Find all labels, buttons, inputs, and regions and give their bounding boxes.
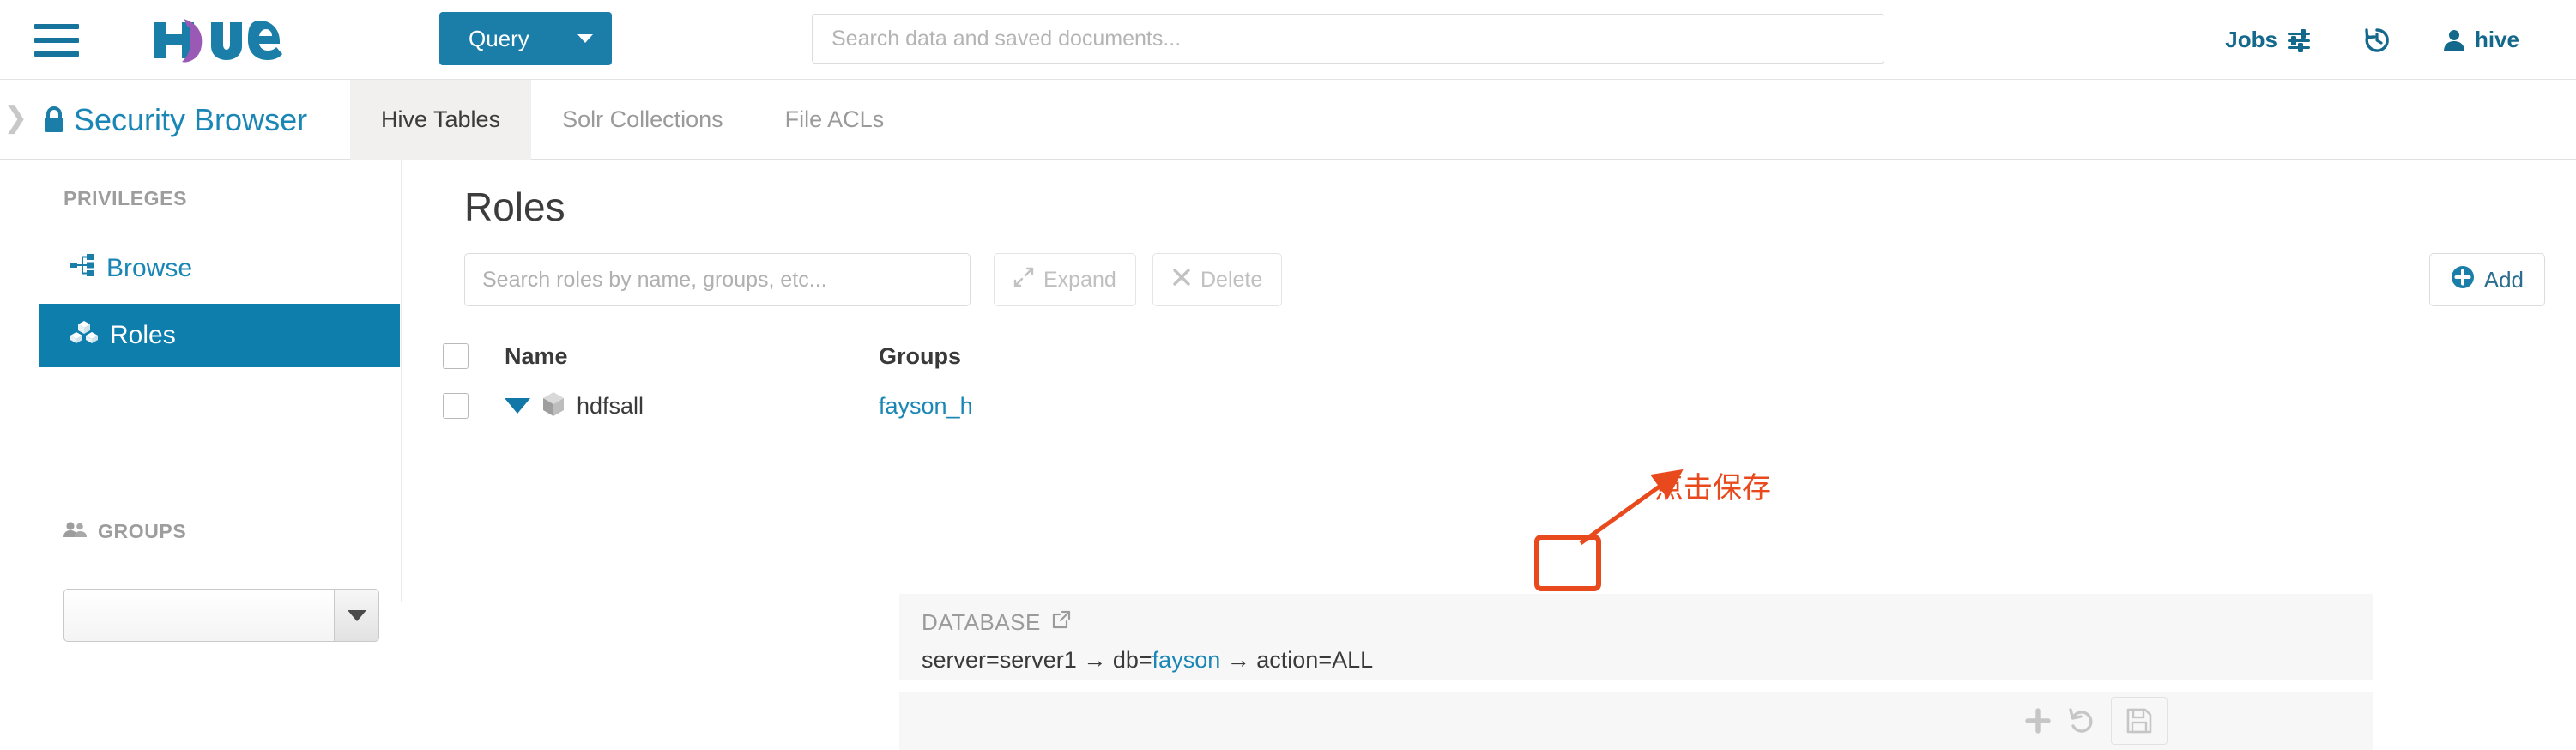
plus-icon[interactable] bbox=[2023, 706, 2053, 735]
expand-button[interactable]: Expand bbox=[994, 253, 1136, 306]
page-title: Roles bbox=[464, 184, 565, 229]
role-name-cell: hdfsall bbox=[443, 390, 879, 422]
column-label-groups: Groups bbox=[879, 342, 962, 369]
groups-label: GROUPS bbox=[98, 520, 187, 542]
table-header-row: Name Groups bbox=[443, 331, 2017, 381]
privilege-action: action=ALL bbox=[1256, 647, 1374, 673]
groups-section-label: GROUPS bbox=[63, 520, 186, 543]
undo-icon[interactable] bbox=[2068, 707, 2095, 735]
users-icon bbox=[63, 520, 88, 543]
group-link[interactable]: fayson_h bbox=[879, 393, 973, 419]
delete-button[interactable]: Delete bbox=[1152, 253, 1283, 306]
times-icon bbox=[1172, 268, 1191, 293]
hamburger-bar bbox=[34, 51, 79, 57]
privilege-path: server=server1 → db=fayson → action=ALL bbox=[922, 647, 1373, 674]
chevron-right-icon[interactable]: ❯ bbox=[3, 100, 33, 135]
roles-table: Name Groups hdfsall fayson_h bbox=[443, 331, 2017, 431]
chevron-down-icon bbox=[577, 34, 594, 43]
page-app-title: Security Browser bbox=[41, 80, 307, 160]
tab-file-acls[interactable]: File ACLs bbox=[754, 80, 916, 160]
privileges-sidebar: PRIVILEGES Browse Roles GROUPS bbox=[0, 160, 402, 642]
user-label: hive bbox=[2474, 27, 2519, 52]
tab-hive-tables[interactable]: Hive Tables bbox=[350, 80, 532, 160]
annotation-text: 点击保存 bbox=[1654, 471, 1771, 505]
privilege-arrow: → bbox=[1226, 647, 1250, 673]
caret-down-icon[interactable] bbox=[334, 590, 378, 641]
hue-logo[interactable] bbox=[148, 15, 311, 65]
groups-select[interactable] bbox=[63, 589, 379, 642]
privilege-db-value[interactable]: fayson bbox=[1152, 647, 1221, 673]
user-icon bbox=[2442, 28, 2466, 52]
sliders-icon bbox=[2286, 28, 2312, 52]
delete-label: Delete bbox=[1200, 267, 1263, 292]
table-header-groups: Groups bbox=[879, 343, 1394, 370]
tab-solr-collections[interactable]: Solr Collections bbox=[531, 80, 754, 160]
hamburger-bar bbox=[34, 24, 79, 29]
privilege-arrow: → bbox=[1083, 647, 1107, 673]
table-header-name: Name bbox=[443, 343, 879, 370]
privilege-detail-panel: DATABASE server=server1 → db=fayson → ac… bbox=[899, 594, 2373, 680]
lock-icon bbox=[41, 106, 67, 135]
navbar-right-actions: Jobs hive bbox=[2199, 0, 2545, 80]
add-role-button[interactable]: Add bbox=[2428, 253, 2545, 306]
floppy-save-icon[interactable] bbox=[2111, 697, 2168, 745]
global-search-input[interactable] bbox=[812, 14, 1884, 64]
sidebar-item-label: Roles bbox=[110, 321, 176, 349]
query-dropdown-button[interactable] bbox=[558, 12, 612, 65]
role-groups-cell: fayson_h bbox=[879, 393, 1394, 420]
sidebar-item-label: Browse bbox=[106, 254, 193, 282]
sidebar-item-roles[interactable]: Roles bbox=[39, 304, 400, 367]
app-title-text: Security Browser bbox=[74, 101, 308, 137]
roles-search-input[interactable] bbox=[464, 253, 971, 306]
add-label: Add bbox=[2483, 266, 2524, 293]
jobs-nav-item[interactable]: Jobs bbox=[2199, 0, 2337, 80]
select-all-checkbox[interactable] bbox=[443, 343, 469, 369]
security-tabs: Hive Tables Solr Collections File ACLs bbox=[350, 80, 915, 160]
roles-main-panel: Roles Expand Delete Add bbox=[402, 160, 2576, 750]
groups-select-value bbox=[64, 590, 334, 641]
privilege-db-label: db= bbox=[1112, 647, 1152, 673]
history-nav-item[interactable] bbox=[2337, 0, 2416, 80]
expand-label: Expand bbox=[1043, 267, 1116, 292]
hamburger-bar bbox=[34, 38, 79, 43]
sidebar-item-browse[interactable]: Browse bbox=[39, 237, 400, 300]
hamburger-menu-icon[interactable] bbox=[34, 24, 79, 57]
privilege-action-bar bbox=[899, 692, 2373, 750]
caret-down-icon[interactable] bbox=[505, 398, 530, 414]
user-nav-item[interactable]: hive bbox=[2416, 0, 2545, 80]
privilege-kind: DATABASE bbox=[922, 609, 1072, 636]
row-checkbox[interactable] bbox=[443, 393, 469, 419]
top-navbar: Query Jobs bbox=[0, 0, 2576, 80]
history-icon bbox=[2363, 27, 2391, 54]
privileges-section-label: PRIVILEGES bbox=[63, 187, 188, 209]
query-button-group[interactable]: Query bbox=[439, 12, 612, 65]
role-name: hdfsall bbox=[577, 392, 644, 419]
privilege-kind-label: DATABASE bbox=[922, 609, 1041, 635]
column-label-name: Name bbox=[505, 342, 568, 369]
privilege-server: server=server1 bbox=[922, 647, 1077, 673]
jobs-label: Jobs bbox=[2225, 27, 2277, 52]
table-row[interactable]: hdfsall fayson_h bbox=[443, 381, 2017, 431]
expand-arrows-icon bbox=[1013, 267, 1034, 293]
app-subheader: ❯ Security Browser Hive Tables Solr Coll… bbox=[0, 80, 2576, 160]
query-button[interactable]: Query bbox=[439, 12, 559, 65]
cubes-icon bbox=[70, 320, 98, 351]
sitemap-icon bbox=[70, 254, 94, 283]
plus-circle-icon bbox=[2451, 265, 2475, 295]
cube-icon bbox=[541, 390, 566, 422]
external-link-icon[interactable] bbox=[1051, 609, 1072, 636]
